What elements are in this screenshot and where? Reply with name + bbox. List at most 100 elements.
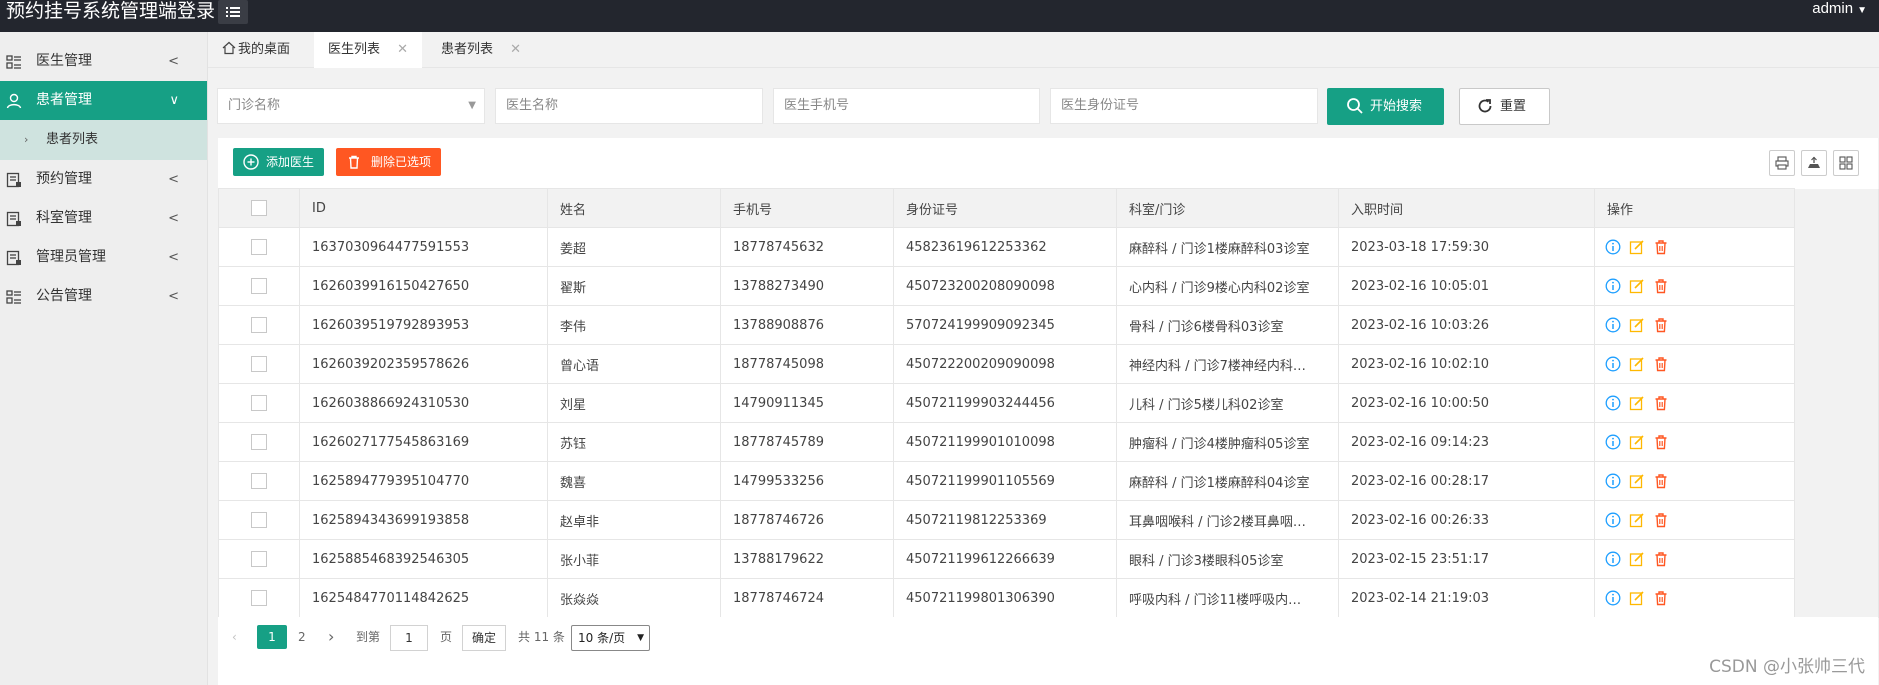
- edit-icon[interactable]: [1629, 590, 1645, 606]
- row-checkbox[interactable]: [251, 473, 267, 489]
- info-icon[interactable]: [1605, 395, 1621, 411]
- delete-icon[interactable]: [1653, 512, 1669, 528]
- column-header[interactable]: 姓名: [547, 188, 721, 228]
- edit-icon[interactable]: [1629, 278, 1645, 294]
- delete-icon[interactable]: [1653, 590, 1669, 606]
- edit-icon[interactable]: [1629, 434, 1645, 450]
- column-header[interactable]: 科室/门诊: [1116, 188, 1339, 228]
- delete-icon[interactable]: [1653, 317, 1669, 333]
- select-all-checkbox-cell[interactable]: [218, 188, 300, 228]
- row-checkbox[interactable]: [251, 317, 267, 333]
- row-checkbox[interactable]: [251, 434, 267, 450]
- delete-icon[interactable]: [1653, 395, 1669, 411]
- add-doctor-button[interactable]: 添加医生: [233, 148, 324, 176]
- tab-patient-list[interactable]: 患者列表 ✕: [427, 32, 535, 68]
- row-checkbox-cell[interactable]: [218, 539, 300, 579]
- delete-icon[interactable]: [1653, 551, 1669, 567]
- row-checkbox-cell[interactable]: [218, 227, 300, 267]
- row-checkbox[interactable]: [251, 512, 267, 528]
- sidebar-item-announcements[interactable]: 公告管理 <: [0, 277, 207, 316]
- info-icon[interactable]: [1605, 356, 1621, 372]
- sidebar-item-appointments[interactable]: 预约管理 <: [0, 160, 207, 199]
- info-icon[interactable]: [1605, 551, 1621, 567]
- table-row[interactable]: 1625894343699193858 赵卓非 18778746726 4507211…: [218, 500, 1879, 540]
- column-header[interactable]: 手机号: [720, 188, 894, 228]
- row-checkbox-cell[interactable]: [218, 305, 300, 345]
- table-row[interactable]: 1625484770114842625 张焱焱 18778746724 4507211…: [218, 578, 1879, 618]
- row-checkbox-cell[interactable]: [218, 461, 300, 501]
- select-all-checkbox[interactable]: [251, 200, 267, 216]
- print-button[interactable]: [1769, 150, 1795, 176]
- edit-icon[interactable]: [1629, 512, 1645, 528]
- info-icon[interactable]: [1605, 317, 1621, 333]
- column-header[interactable]: 入职时间: [1338, 188, 1595, 228]
- close-icon[interactable]: ✕: [397, 32, 408, 68]
- goto-page-input[interactable]: 1: [390, 625, 428, 651]
- edit-icon[interactable]: [1629, 317, 1645, 333]
- table-row[interactable]: 1625885468392546305 张小菲 13788179622 4507211…: [218, 539, 1879, 579]
- table-row[interactable]: 1626039519792893953 李伟 13788908876 57072419…: [218, 305, 1879, 345]
- row-checkbox[interactable]: [251, 278, 267, 294]
- delete-icon[interactable]: [1653, 473, 1669, 489]
- doctor-phone-input[interactable]: 医生手机号: [773, 88, 1040, 124]
- row-checkbox[interactable]: [251, 239, 267, 255]
- table-row[interactable]: 1626038866924310530 刘星 14790911345 45072119…: [218, 383, 1879, 423]
- tab-desktop[interactable]: 我的桌面: [208, 32, 313, 68]
- delete-icon[interactable]: [1653, 434, 1669, 450]
- table-row[interactable]: 1626039202359578626 曾心语 18778745098 4507222…: [218, 344, 1879, 384]
- table-row[interactable]: 1637030964477591553 姜超 18778745632 45823619…: [218, 227, 1879, 267]
- row-checkbox[interactable]: [251, 551, 267, 567]
- sidebar-item-patients[interactable]: 患者管理 ∨: [0, 81, 207, 120]
- row-checkbox-cell[interactable]: [218, 500, 300, 540]
- row-checkbox-cell[interactable]: [218, 266, 300, 306]
- info-icon[interactable]: [1605, 473, 1621, 489]
- clinic-select[interactable]: 门诊名称 ▼: [217, 88, 485, 124]
- row-checkbox[interactable]: [251, 590, 267, 606]
- delete-icon[interactable]: [1653, 356, 1669, 372]
- sidebar-item-doctors[interactable]: 医生管理 <: [0, 42, 207, 81]
- row-checkbox-cell[interactable]: [218, 422, 300, 462]
- edit-icon[interactable]: [1629, 356, 1645, 372]
- page-1-button[interactable]: 1: [257, 625, 287, 649]
- column-header[interactable]: 身份证号: [893, 188, 1117, 228]
- user-menu[interactable]: admin ▼: [1812, 0, 1867, 18]
- edit-icon[interactable]: [1629, 551, 1645, 567]
- table-row[interactable]: 1625894779395104770 魏喜 14799533256 45072119…: [218, 461, 1879, 501]
- edit-icon[interactable]: [1629, 395, 1645, 411]
- table-row[interactable]: 1626027177545863169 苏钰 18778745789 45072119…: [218, 422, 1879, 462]
- info-icon[interactable]: [1605, 512, 1621, 528]
- info-icon[interactable]: [1605, 239, 1621, 255]
- row-checkbox-cell[interactable]: [218, 383, 300, 423]
- page-size-select[interactable]: 10 条/页 ▼: [571, 625, 650, 651]
- sidebar-item-departments[interactable]: 科室管理 <: [0, 199, 207, 238]
- table-row[interactable]: 1626039916150427650 翟斯 13788273490 45072320…: [218, 266, 1879, 306]
- delete-icon[interactable]: [1653, 239, 1669, 255]
- doctor-name-input[interactable]: 医生名称: [495, 88, 763, 124]
- goto-confirm-button[interactable]: 确定: [462, 625, 506, 651]
- edit-icon[interactable]: [1629, 239, 1645, 255]
- column-header[interactable]: ID: [299, 188, 548, 228]
- reset-button[interactable]: 重置: [1459, 88, 1550, 125]
- doctor-idcard-input[interactable]: 医生身份证号: [1050, 88, 1318, 124]
- delete-selected-button[interactable]: 删除已选项: [336, 148, 441, 176]
- delete-icon[interactable]: [1653, 278, 1669, 294]
- close-icon[interactable]: ✕: [510, 32, 521, 68]
- row-checkbox-cell[interactable]: [218, 578, 300, 618]
- tab-doctor-list[interactable]: 医生列表 ✕: [314, 32, 422, 68]
- sidebar-subitem-patient-list[interactable]: › 患者列表: [0, 120, 207, 160]
- next-page-button[interactable]: ›: [328, 625, 334, 649]
- search-button[interactable]: 开始搜索: [1327, 88, 1444, 125]
- sidebar-item-admins[interactable]: 管理员管理 <: [0, 238, 207, 277]
- row-checkbox[interactable]: [251, 395, 267, 411]
- prev-page-button[interactable]: ‹: [232, 625, 237, 649]
- info-icon[interactable]: [1605, 434, 1621, 450]
- row-checkbox[interactable]: [251, 356, 267, 372]
- columns-button[interactable]: [1833, 150, 1859, 176]
- info-icon[interactable]: [1605, 278, 1621, 294]
- export-button[interactable]: [1801, 150, 1827, 176]
- info-icon[interactable]: [1605, 590, 1621, 606]
- menu-toggle-button[interactable]: [218, 0, 248, 24]
- page-2-button[interactable]: 2: [298, 625, 306, 649]
- row-checkbox-cell[interactable]: [218, 344, 300, 384]
- edit-icon[interactable]: [1629, 473, 1645, 489]
